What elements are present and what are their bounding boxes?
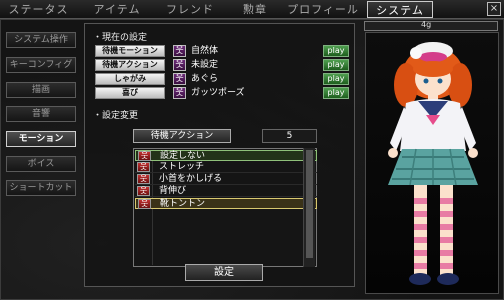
motion-icon: 웃 (173, 87, 186, 99)
play-button[interactable]: play (323, 45, 349, 57)
motion-icon: 웃 (173, 45, 186, 57)
sidebar-item-system-operation[interactable]: システム操作 (6, 32, 76, 48)
list-item-label: 背伸び (159, 186, 187, 196)
motion-icon: 웃 (173, 59, 186, 71)
list-item[interactable]: 웃 靴トントン (135, 198, 317, 209)
motion-icon: 웃 (138, 151, 151, 161)
list-item[interactable]: 웃 設定しない (135, 150, 317, 161)
motion-list: 웃 設定しない 웃 ストレッチ 웃 小首をかしげる 웃 背伸び 웃 靴トントン (133, 148, 317, 267)
row-value: 自然体 (191, 46, 219, 56)
play-button[interactable]: play (323, 59, 349, 71)
sidebar-item-graphics[interactable]: 描画 (6, 82, 76, 98)
character-preview[interactable] (365, 32, 499, 294)
row-label: しゃがみ (95, 73, 165, 85)
motion-icon: 웃 (138, 199, 151, 209)
list-item-label: ストレッチ (159, 162, 205, 172)
tab-bar: ステータス アイテム フレンド 勲章 プロフィール システム × (0, 0, 504, 19)
tab-profile[interactable]: プロフィール (284, 1, 362, 18)
character-figure (388, 42, 478, 285)
sidebar-item-motion[interactable]: モーション (6, 131, 76, 147)
list-item-label: 小首をかしげる (159, 174, 223, 184)
motion-icon: 웃 (173, 73, 186, 85)
preview-label: 4g (421, 20, 432, 29)
motion-icon: 웃 (137, 174, 150, 184)
tab-status[interactable]: ステータス (2, 1, 75, 18)
row-value: 未設定 (191, 60, 219, 70)
row-label: 待機モーション (95, 45, 165, 57)
apply-button[interactable]: 設定 (185, 264, 263, 281)
list-item-label: 靴トントン (160, 199, 206, 209)
row-value: ガッツポーズ (191, 88, 245, 98)
play-button[interactable]: play (323, 73, 349, 85)
row-label: 待機アクション (95, 59, 165, 71)
row-label: 喜び (95, 87, 165, 99)
close-button[interactable]: × (487, 2, 501, 16)
list-item[interactable]: 웃 ストレッチ (135, 162, 317, 173)
tab-system[interactable]: システム (367, 1, 433, 18)
motion-settings-panel: ・現在の設定 待機モーション 웃 自然体 play 待機アクション 웃 未設定 … (84, 23, 355, 287)
sidebar-item-key-config[interactable]: キーコンフィグ (6, 57, 76, 73)
motion-icon: 웃 (137, 186, 150, 196)
change-settings-title: ・設定変更 (93, 111, 139, 121)
row-value: あぐら (191, 74, 219, 84)
tab-friends[interactable]: フレンド (160, 1, 220, 18)
list-item-label: 設定しない (160, 151, 206, 161)
motion-type-select[interactable]: 待機アクション (133, 129, 231, 143)
tab-medals[interactable]: 勲章 (236, 1, 274, 18)
play-button[interactable]: play (323, 87, 349, 99)
tab-items[interactable]: アイテム (87, 1, 147, 18)
list-item[interactable]: 웃 小首をかしげる (135, 174, 317, 185)
list-item[interactable]: 웃 背伸び (135, 186, 317, 197)
sidebar-item-sound[interactable]: 音響 (6, 106, 76, 122)
sidebar-item-shortcut[interactable]: ショートカット (6, 180, 76, 196)
current-settings-title: ・現在の設定 (93, 33, 148, 43)
list-scrollbar[interactable] (303, 148, 315, 267)
scroll-thumb[interactable] (306, 150, 313, 258)
count-display: 5 (262, 129, 317, 143)
motion-icon: 웃 (137, 162, 150, 172)
sidebar-item-voice[interactable]: ボイス (6, 156, 76, 172)
